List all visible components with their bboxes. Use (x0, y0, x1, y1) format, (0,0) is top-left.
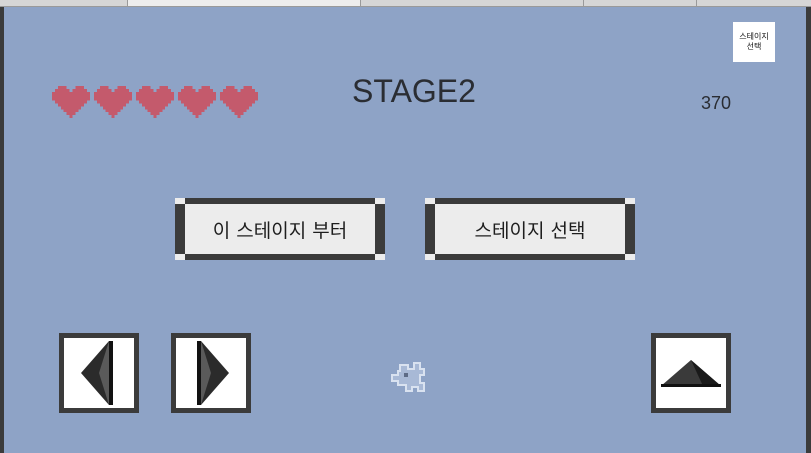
jump-button[interactable] (651, 333, 731, 413)
score-counter: 370 (700, 93, 732, 113)
player-character-icon (391, 362, 425, 392)
arrow-left-icon (81, 341, 113, 405)
window-tab[interactable] (361, 0, 584, 6)
heart-icon (136, 85, 174, 119)
heart-icon (52, 85, 90, 119)
arrow-up-icon (661, 360, 721, 387)
game-viewport: STAGE2 370 스테이지 선택 이 스테이지 부터 스테이지 선택 (4, 7, 806, 453)
heart-icon (178, 85, 216, 119)
move-right-button[interactable] (171, 333, 251, 413)
restart-from-stage-button[interactable]: 이 스테이지 부터 (175, 198, 385, 260)
arrow-right-icon (197, 341, 229, 405)
stage-select-corner-button[interactable]: 스테이지 선택 (733, 22, 775, 62)
window-tab[interactable] (0, 0, 128, 6)
stage-title: STAGE2 (352, 73, 476, 109)
heart-icon (220, 85, 258, 119)
stage-select-label: 스테이지 선택 (474, 219, 586, 242)
stage-select-button[interactable]: 스테이지 선택 (425, 198, 635, 260)
heart-icon (94, 85, 132, 119)
lives-hearts (52, 85, 258, 119)
window-tab[interactable] (584, 0, 697, 6)
window-tab-bar (0, 0, 811, 7)
move-left-button[interactable] (59, 333, 139, 413)
restart-from-stage-label: 이 스테이지 부터 (212, 219, 348, 242)
window-tab-active[interactable] (128, 0, 361, 6)
